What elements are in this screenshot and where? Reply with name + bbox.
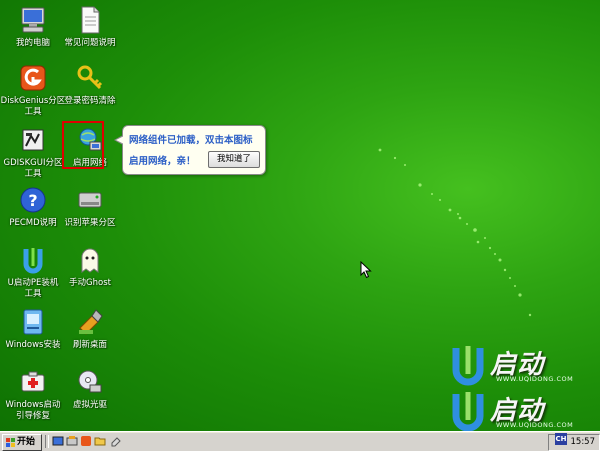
desktop-icon-manual-ghost[interactable]: 手动Ghost xyxy=(57,244,123,289)
virtual-drive-icon xyxy=(78,370,102,393)
balloon-message-line1: 网络组件已加载，双击本图标 xyxy=(129,135,253,146)
clock[interactable]: 15:57 xyxy=(571,437,596,447)
logo-url: WWW.UQIDONG.COM xyxy=(496,375,574,383)
quicklaunch-diskgenius-icon[interactable] xyxy=(80,435,92,447)
network-notification-balloon: 网络组件已加载，双击本图标 启用网络，亲！ 我知道了 xyxy=(114,125,266,175)
key-icon xyxy=(77,65,103,90)
help-icon: ? xyxy=(20,187,46,213)
quicklaunch-folder-icon[interactable] xyxy=(94,435,106,447)
document-icon xyxy=(81,6,100,34)
start-label: 开始 xyxy=(17,437,36,447)
desktop-icon-faq[interactable]: 常见问题说明 xyxy=(57,4,123,49)
desktop-icon-label: 手动Ghost xyxy=(69,278,111,288)
u-logo-icon xyxy=(452,346,484,386)
gdisk-icon xyxy=(22,129,44,151)
drive-icon xyxy=(78,192,102,208)
taskbar: 开始 15:57 xyxy=(0,431,600,451)
wallpaper-logo: 启动 WWW.UQIDONG.COM xyxy=(448,344,600,386)
start-button[interactable]: 开始 xyxy=(2,434,42,451)
ghost-icon xyxy=(81,248,99,273)
language-indicator[interactable]: CH xyxy=(555,433,567,445)
desktop-icon-password-clear[interactable]: 登录密码清除 xyxy=(57,62,123,107)
boot-repair-icon xyxy=(21,371,45,392)
logo-url: WWW.UQIDONG.COM xyxy=(496,421,574,429)
got-it-button[interactable]: 我知道了 xyxy=(208,151,260,168)
wallpaper-sparkles xyxy=(378,148,532,317)
quicklaunch-tools-icon[interactable] xyxy=(66,435,78,447)
desktop-icon-label: 常见问题说明 xyxy=(64,38,116,48)
svg-text:?: ? xyxy=(28,191,37,210)
desktop-icon-label: 虚拟光驱 xyxy=(72,400,107,410)
windows-install-icon xyxy=(23,309,43,335)
computer-icon xyxy=(21,7,45,33)
show-desktop-icon[interactable] xyxy=(52,435,64,447)
windows-logo-icon xyxy=(6,438,15,447)
taskbar-separator xyxy=(45,435,49,448)
diskgenius-icon xyxy=(20,65,46,91)
desktop-icon-label: 识别苹果分区 xyxy=(64,218,116,228)
desktop-icon-label: 登录密码清除 xyxy=(64,96,116,106)
refresh-desktop-icon xyxy=(79,309,103,335)
balloon-message-line2: 启用网络，亲！ xyxy=(129,156,196,167)
mouse-cursor-icon xyxy=(360,261,372,279)
desktop-icon-apple-partition[interactable]: 识别苹果分区 xyxy=(57,184,123,229)
desktop-icon-refresh-desktop[interactable]: 刷新桌面 xyxy=(57,306,123,351)
selection-highlight xyxy=(62,121,104,169)
wallpaper-logo-2: 启动 WWW.UQIDONG.COM xyxy=(448,390,600,432)
u-logo-icon xyxy=(452,392,484,432)
u-installer-icon xyxy=(23,248,43,274)
desktop-icon-label: 刷新桌面 xyxy=(72,340,107,350)
quicklaunch-eraser-icon[interactable] xyxy=(110,435,122,447)
desktop-icon-virtual-drive[interactable]: 虚拟光驱 xyxy=(57,366,123,411)
